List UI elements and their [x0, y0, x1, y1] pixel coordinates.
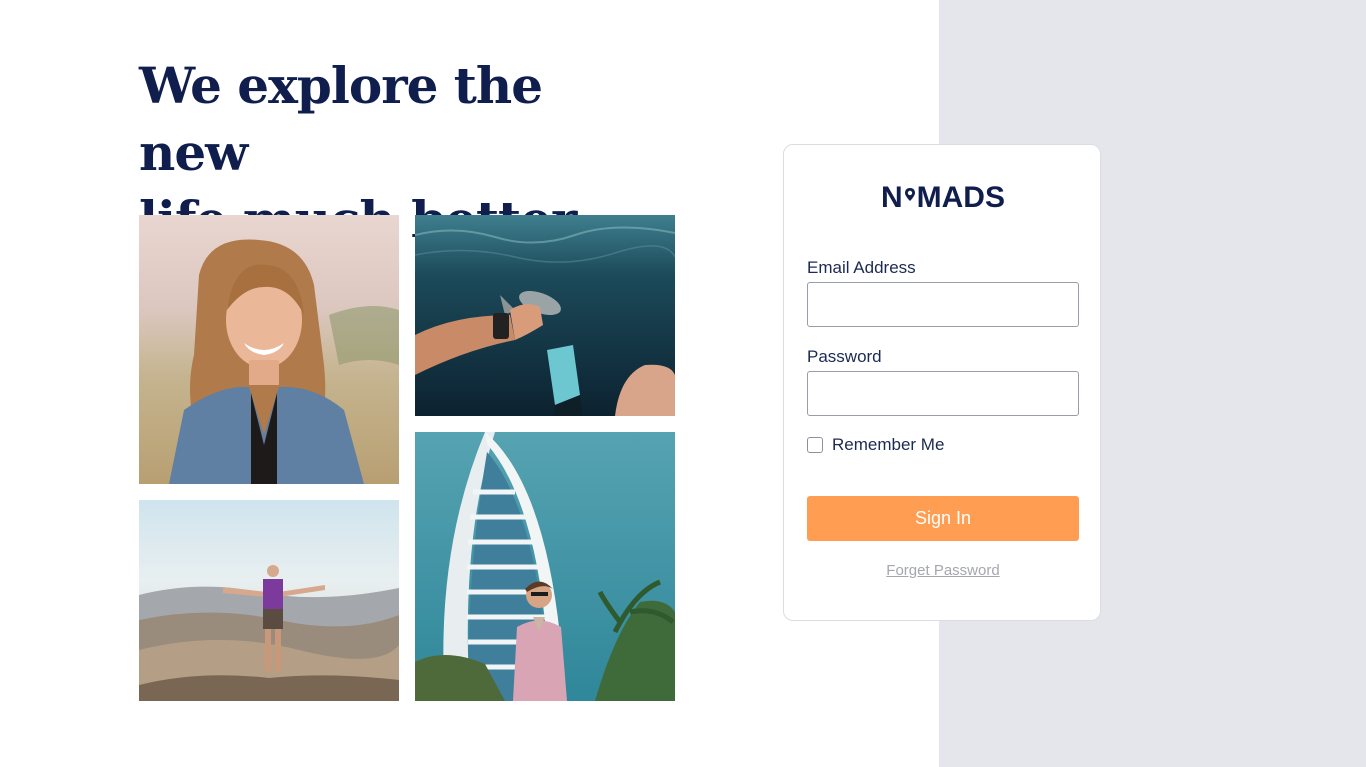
logo-text-left: N — [880, 181, 903, 214]
login-card: N MADS Email Address Password Remember Me… — [783, 144, 1101, 621]
location-pin-icon — [904, 181, 916, 203]
hero-headline-line-1: We explore the new — [139, 56, 543, 182]
remember-me-row: Remember Me — [807, 435, 944, 455]
photo-man-in-front-of-tower — [415, 432, 675, 701]
sign-in-button[interactable]: Sign In — [807, 496, 1079, 541]
email-label: Email Address — [807, 258, 916, 277]
brand-logo: N MADS — [784, 181, 1102, 215]
forget-password-link[interactable]: Forget Password — [784, 562, 1102, 579]
password-field[interactable] — [807, 371, 1079, 416]
logo-text-right: MADS — [916, 181, 1005, 214]
photo-underwater-snorkel — [415, 215, 675, 416]
login-page: We explore the new life much better — [0, 0, 1366, 767]
photo-man-on-mountain — [139, 500, 399, 701]
remember-me-label[interactable]: Remember Me — [832, 435, 944, 455]
email-field[interactable] — [807, 282, 1079, 327]
password-label: Password — [807, 347, 882, 366]
remember-me-checkbox[interactable] — [807, 437, 823, 453]
photo-woman-smiling — [139, 215, 399, 484]
